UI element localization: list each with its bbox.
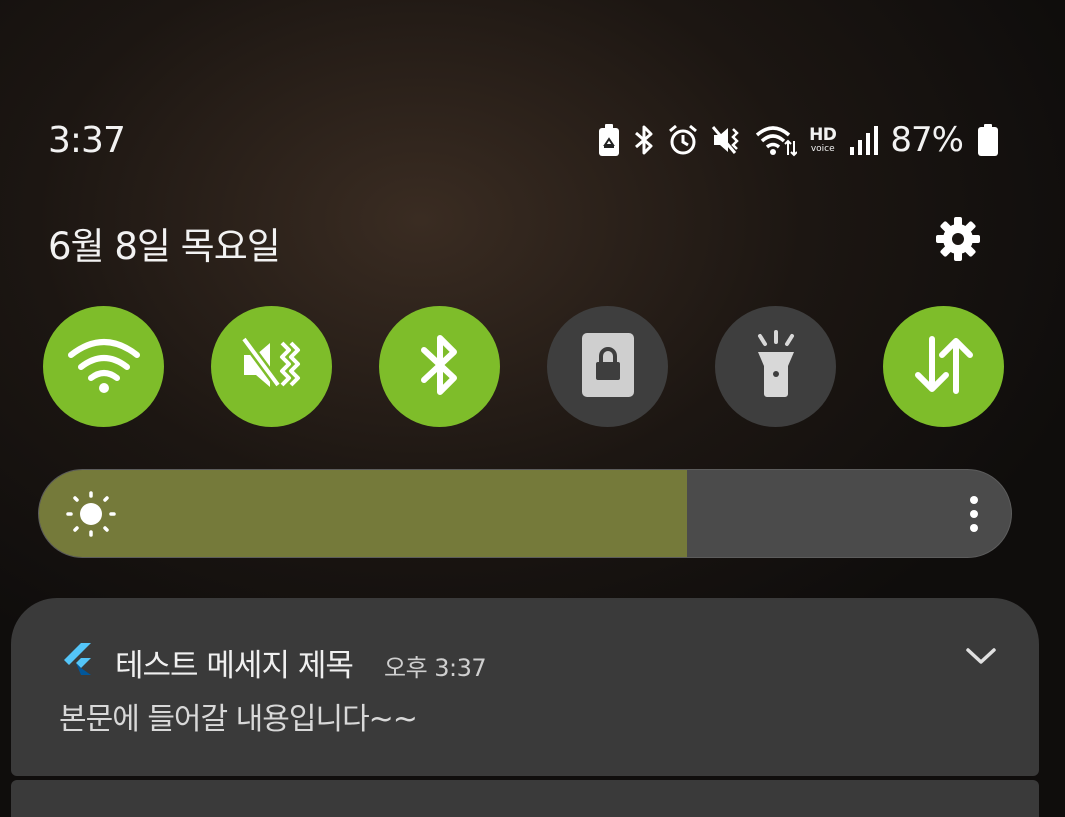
qs-tile-bluetooth[interactable] (379, 306, 500, 427)
wifi-data-icon (755, 123, 798, 157)
notification-body: 본문에 들어갈 내용입니다~~ (59, 702, 418, 737)
flutter-icon (61, 642, 95, 676)
qs-tile-screen-lock[interactable] (547, 306, 668, 427)
more-options-icon[interactable] (959, 494, 989, 534)
battery-saver-icon (597, 123, 621, 157)
qs-tile-mobile-data[interactable] (883, 306, 1004, 427)
notification-title: 테스트 메세지 제목 (115, 648, 354, 684)
vibrate-icon (239, 333, 304, 401)
qs-tile-vibrate[interactable] (211, 306, 332, 427)
data-transfer-icon (912, 333, 976, 401)
battery-percent: 87% (890, 120, 964, 160)
alarm-icon (667, 123, 699, 157)
sun-icon (63, 490, 119, 538)
settings-gear-icon[interactable] (933, 214, 983, 264)
battery-icon (977, 123, 999, 157)
status-bar: 3:37 HD voice 87% (0, 112, 1065, 168)
vibrate-icon (711, 123, 743, 157)
flashlight-icon (750, 329, 802, 404)
brightness-slider[interactable] (38, 469, 1012, 558)
hd-voice-icon: HD voice (809, 124, 837, 154)
brightness-fill (39, 470, 688, 557)
notification-card[interactable]: 테스트 메세지 제목 오후 3:37 본문에 들어갈 내용입니다~~ (11, 598, 1039, 776)
chevron-down-icon[interactable] (963, 642, 999, 670)
quick-settings-row (43, 306, 1004, 427)
notification-time: 오후 3:37 (384, 654, 487, 682)
status-clock: 3:37 (48, 120, 126, 161)
lock-rotation-icon (581, 332, 635, 402)
notification-card-next[interactable] (11, 780, 1039, 817)
panel-date: 6월 8일 목요일 (48, 225, 281, 268)
bluetooth-icon (633, 123, 655, 157)
bluetooth-icon (418, 330, 462, 404)
signal-icon (848, 123, 879, 157)
wifi-icon (67, 337, 141, 397)
qs-tile-wifi[interactable] (43, 306, 164, 427)
qs-tile-flashlight[interactable] (715, 306, 836, 427)
status-icons: HD voice 87% (597, 120, 999, 160)
